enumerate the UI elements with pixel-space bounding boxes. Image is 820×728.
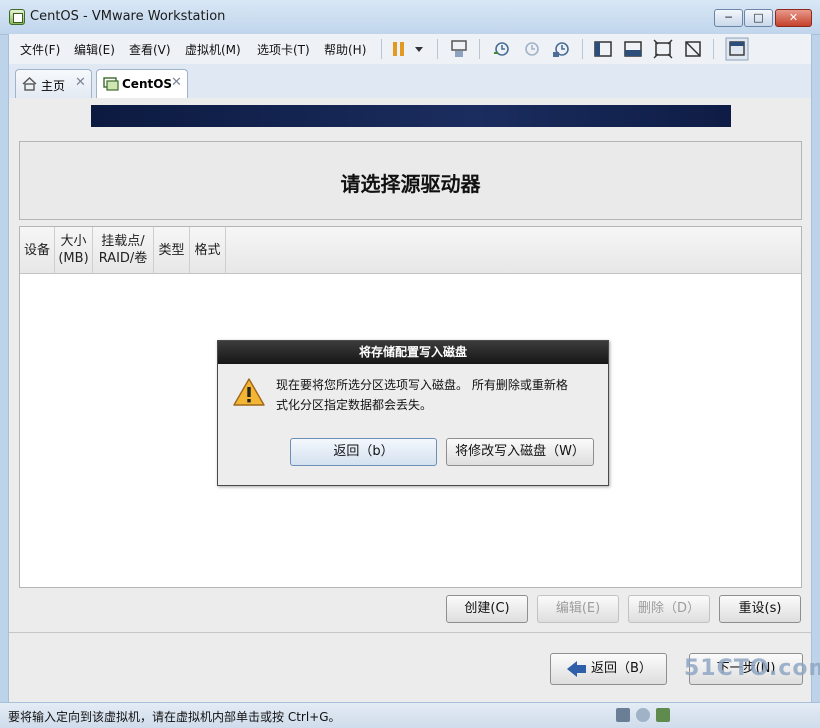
snapshot-manager-icon[interactable] — [551, 39, 571, 59]
tab-home-label: 主页 — [41, 79, 66, 93]
page-title: 请选择源驱动器 — [340, 172, 481, 196]
menu-file[interactable]: 文件(F) — [20, 41, 60, 58]
toolbar-separator — [437, 39, 438, 59]
divider — [9, 632, 811, 633]
home-icon — [22, 77, 37, 91]
reset-button[interactable]: 重设(s) — [719, 595, 801, 623]
close-button[interactable]: ✕ — [775, 9, 812, 27]
fullscreen-icon[interactable] — [683, 39, 703, 59]
menu-help[interactable]: 帮助(H) — [324, 41, 366, 58]
tab-bar: 主页 ✕ CentOS ✕ — [8, 64, 812, 98]
menu-view[interactable]: 查看(V) — [129, 41, 171, 58]
column-type[interactable]: 类型 — [154, 227, 190, 273]
pause-icon[interactable] — [389, 39, 409, 59]
menu-edit[interactable]: 编辑(E) — [74, 41, 115, 58]
toolbar-separator — [582, 39, 583, 59]
maximize-button[interactable]: □ — [744, 9, 773, 27]
status-message: 要将输入定向到该虚拟机，请在虚拟机内部单击或按 Ctrl+G。 — [8, 710, 341, 724]
toolbar-separator — [381, 39, 382, 59]
edit-button[interactable]: 编辑(E) — [537, 595, 619, 623]
tab-centos[interactable]: CentOS ✕ — [96, 69, 188, 98]
vm-icon — [103, 77, 119, 91]
tab-centos-close-icon[interactable]: ✕ — [171, 75, 182, 90]
installer-banner — [91, 105, 731, 127]
column-size[interactable]: 大小 (MB) — [55, 227, 93, 273]
dialog-title: 将存储配置写入磁盘 — [218, 341, 608, 364]
write-to-disk-dialog: 将存储配置写入磁盘 现在要将您所选分区选项写入磁盘。 所有删除或重新格 式化分区… — [217, 340, 609, 486]
vmware-app-icon — [9, 9, 25, 25]
toolbar-separator — [713, 39, 714, 59]
installer-header: 请选择源驱动器 — [19, 141, 802, 220]
fit-window-icon[interactable] — [653, 39, 673, 59]
dropdown-arrow-icon[interactable] — [412, 39, 426, 59]
status-bar: 要将输入定向到该虚拟机，请在虚拟机内部单击或按 Ctrl+G。 — [0, 702, 820, 728]
warning-icon — [233, 378, 265, 406]
tab-home-close-icon[interactable]: ✕ — [75, 75, 86, 90]
dialog-message: 现在要将您所选分区选项写入磁盘。 所有删除或重新格 式化分区指定数据都会丢失。 — [276, 378, 568, 412]
menu-toolbar: 文件(F) 编辑(E) 查看(V) 虚拟机(M) 选项卡(T) 帮助(H) — [8, 34, 812, 64]
snapshot-take-icon[interactable] — [491, 39, 511, 59]
menu-vm[interactable]: 虚拟机(M) — [185, 41, 241, 58]
column-format[interactable]: 格式 — [190, 227, 226, 273]
console-view-icon[interactable] — [623, 39, 643, 59]
menu-tabs[interactable]: 选项卡(T) — [257, 41, 310, 58]
hard-disk-icon[interactable] — [616, 708, 630, 722]
create-button[interactable]: 创建(C) — [446, 595, 528, 623]
table-header: 设备 大小 (MB) 挂载点/ RAID/卷 类型 格式 — [20, 227, 801, 274]
sidebar-toggle-icon[interactable] — [593, 39, 613, 59]
delete-button[interactable]: 删除（D） — [628, 595, 710, 623]
back-button-label: 返回（B） — [591, 661, 652, 676]
unity-icon[interactable] — [725, 37, 749, 61]
toolbar-separator — [479, 39, 480, 59]
column-mount-point[interactable]: 挂载点/ RAID/卷 — [93, 227, 154, 273]
write-changes-button[interactable]: 将修改写入磁盘（W） — [446, 438, 594, 466]
tab-centos-label: CentOS — [122, 77, 173, 91]
vm-console[interactable]: 请选择源驱动器 设备 大小 (MB) 挂载点/ RAID/卷 类型 格式 将存储… — [8, 98, 812, 702]
cd-drive-icon[interactable] — [636, 708, 650, 722]
snapshot-revert-icon[interactable] — [521, 39, 541, 59]
network-icon[interactable] — [656, 708, 670, 722]
window-titlebar[interactable]: CentOS - VMware Workstation ─ □ ✕ — [0, 0, 820, 35]
window-title: CentOS - VMware Workstation — [30, 9, 226, 24]
send-ctrl-alt-del-icon[interactable] — [449, 39, 469, 59]
watermark: 51CTO.com — [684, 656, 820, 681]
back-arrow-tail — [576, 665, 586, 673]
back-button[interactable]: 返回（B） — [550, 653, 667, 685]
go-back-button[interactable]: 返回（b） — [290, 438, 437, 466]
column-device[interactable]: 设备 — [20, 227, 55, 273]
minimize-button[interactable]: ─ — [714, 9, 743, 27]
tab-home[interactable]: 主页 ✕ — [15, 69, 92, 98]
